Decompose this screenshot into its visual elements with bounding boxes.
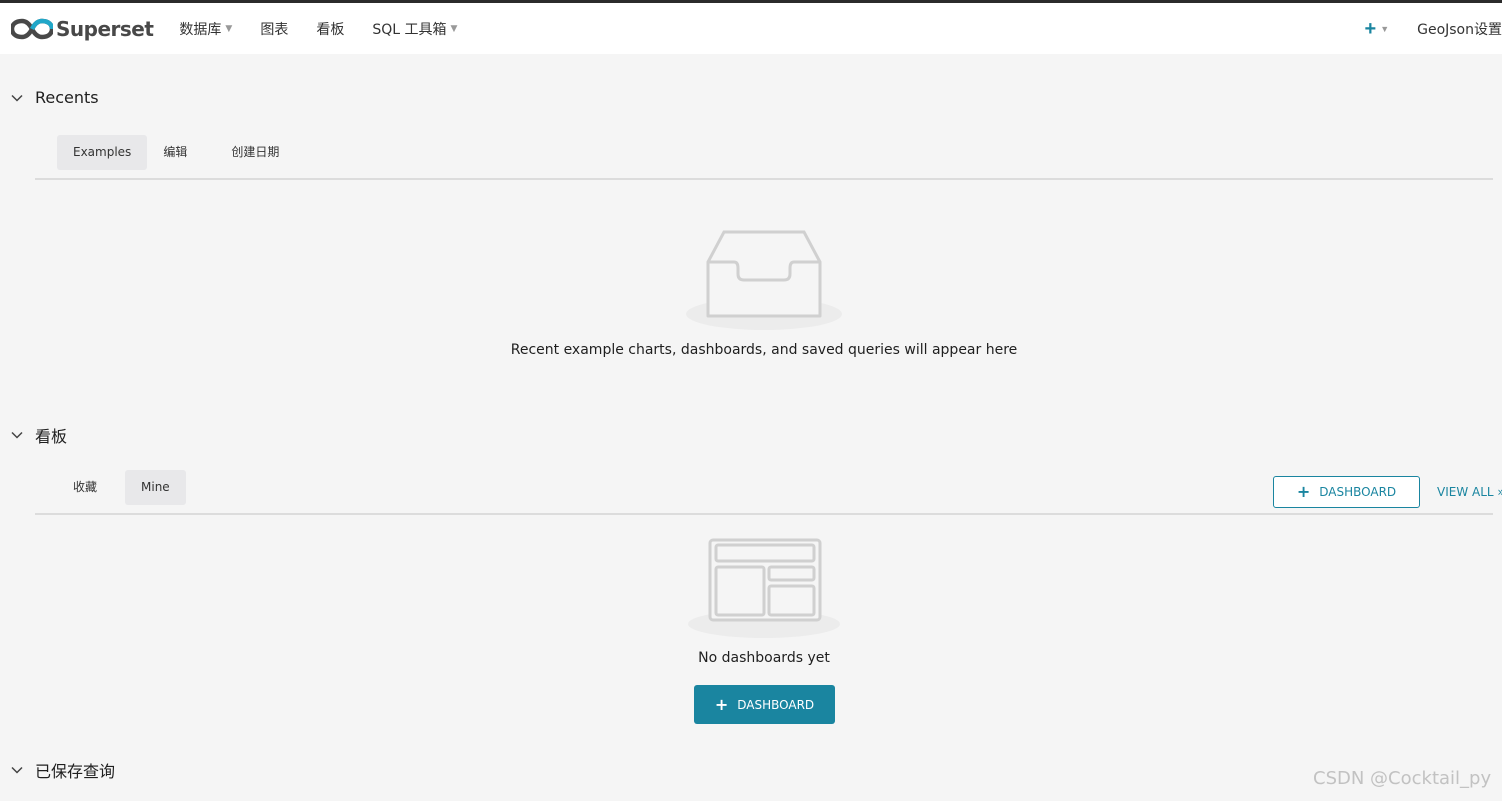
caret-down-icon: ▼ [1380,23,1390,34]
nav-item-label: 图表 [260,21,289,38]
tab-mine[interactable]: Mine [125,470,186,505]
tab-examples[interactable]: Examples [57,135,148,170]
dashboards-header[interactable]: 看板 [10,423,67,447]
dashboards-tabs: 收藏 Mine [57,470,186,505]
top-navbar: Superset 数据库 ▼ 图表 看板 SQL 工具箱 ▼ + ▼ GeoJs… [0,3,1502,54]
nav-item-sql-lab[interactable]: SQL 工具箱 ▼ [372,19,457,39]
plus-icon: + [714,694,729,714]
nav-item-label: 数据库 [179,21,222,38]
plus-icon: + [1364,17,1377,40]
caret-down-icon: ▼ [450,23,458,34]
recents-header[interactable]: Recents [10,88,99,107]
chevron-down-icon [11,766,23,774]
saved-queries-header[interactable]: 已保存查询 [10,758,115,782]
empty-dashboard-icon [688,538,840,638]
add-dashboard-button[interactable]: + DASHBOARD [1273,476,1420,508]
view-all-link[interactable]: VIEW ALL » [1437,485,1502,499]
nav-item-label: SQL 工具箱 [372,21,447,38]
caret-down-icon: ▼ [225,23,233,34]
nav-item-charts[interactable]: 图表 [260,19,288,39]
section-title: 已保存查询 [35,762,116,781]
chevron-down-icon [11,431,23,439]
recents-divider [35,178,1493,180]
button-label: DASHBOARD [1319,485,1397,499]
empty-inbox-icon [686,230,842,330]
tab-edited[interactable]: 编辑 [147,135,203,170]
user-menu[interactable]: GeoJson设置 [1417,19,1502,39]
nav-item-label: 看板 [316,21,345,38]
watermark: CSDN @Cocktail_py [1313,768,1492,789]
superset-logo-icon [11,18,53,39]
brand[interactable]: Superset [11,16,154,41]
dashboards-empty-text: No dashboards yet [698,650,830,666]
section-title: 看板 [35,427,68,446]
nav-right: + ▼ GeoJson设置 [1365,3,1502,54]
plus-icon: + [1296,482,1311,501]
dashboards-divider [35,513,1493,515]
brand-name: Superset [56,16,154,41]
recents-tabs: Examples 编辑 创建日期 [57,135,295,170]
chevron-down-icon [11,94,23,102]
tab-favorites[interactable]: 收藏 [57,470,113,505]
nav-item-dashboards[interactable]: 看板 [316,19,344,39]
nav-item-database[interactable]: 数据库 ▼ [179,19,232,39]
button-label: DASHBOARD [737,697,815,712]
tab-created[interactable]: 创建日期 [215,135,295,170]
recents-empty-text: Recent example charts, dashboards, and s… [510,342,1018,358]
nav-menu: 数据库 ▼ 图表 看板 SQL 工具箱 ▼ [179,19,485,39]
section-title: Recents [35,88,99,107]
plus-menu[interactable]: + ▼ [1365,19,1390,39]
create-dashboard-button[interactable]: + DASHBOARD [694,685,835,724]
